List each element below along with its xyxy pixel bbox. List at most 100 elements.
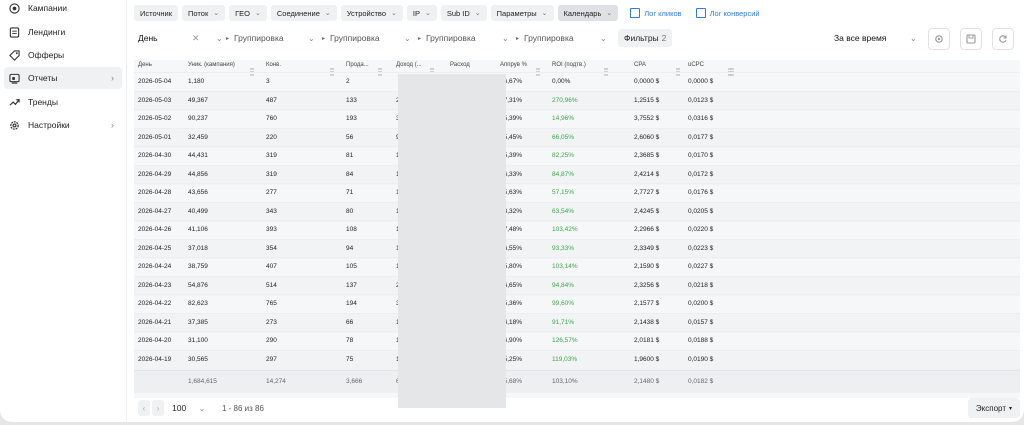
table-row[interactable]: 2026-05-0290,237760193325,39%14,96%3,755… <box>134 109 1020 129</box>
chevron-right-icon: › <box>111 120 114 130</box>
cell-roi: 0,00% <box>552 78 571 85</box>
column-resize-handle-icon[interactable] <box>330 63 334 76</box>
tab-grouping-0[interactable]: Источник <box>134 5 179 21</box>
group-select-4[interactable]: ▸ Группировка ⌄ <box>418 28 518 48</box>
clear-icon[interactable]: ✕ <box>192 33 200 44</box>
group-select-1[interactable]: День ✕ ⌄ <box>138 28 234 48</box>
cell-roi: 84,87% <box>552 170 575 178</box>
column-header[interactable]: ROI (подтв.) <box>552 62 586 68</box>
tab-grouping-8[interactable]: Календарь ⌄ <box>557 5 619 21</box>
column-header[interactable]: Доход (... <box>396 62 422 68</box>
column-header[interactable]: День <box>138 62 152 68</box>
period-select[interactable]: За все время ⌄ <box>834 28 917 48</box>
column-header[interactable]: Конв. <box>266 62 281 68</box>
tab-grouping-5[interactable]: IP ⌄ <box>406 5 437 21</box>
cell-conv: 343 <box>266 207 277 215</box>
cell-day: 2026-04-19 <box>138 355 172 363</box>
cell-sales: 75 <box>346 355 354 363</box>
filters-button[interactable]: Фильтры 2 <box>618 29 673 47</box>
column-resize-handle-icon[interactable] <box>250 63 254 76</box>
refresh-button[interactable] <box>992 28 1014 50</box>
conversions-log-link[interactable]: Лог конверсий <box>695 8 760 18</box>
cell-uniq: 49,367 <box>188 96 208 104</box>
column-header[interactable]: uCPC <box>688 62 704 68</box>
column-header[interactable]: Расход <box>450 62 470 68</box>
chevron-down-icon: ⌄ <box>910 33 917 43</box>
sidebar-item-4[interactable]: Тренды <box>4 91 122 113</box>
column-header[interactable]: Прода... <box>346 62 369 68</box>
next-page-button[interactable]: › <box>152 400 164 416</box>
cell-roi: 66,05% <box>552 133 575 141</box>
table-row[interactable]: 2026-04-2137,38527366124,18%91,71%2,1438… <box>134 312 1020 333</box>
table-row[interactable]: 2026-04-2537,01835494126,55%93,33%2,3349… <box>134 238 1020 259</box>
save-icon <box>966 34 976 44</box>
clicks-log-link[interactable]: Лог кликов <box>630 8 682 18</box>
export-button[interactable]: Экспорт ▾ <box>967 398 1020 418</box>
tab-grouping-4[interactable]: Устройство ⌄ <box>340 5 403 21</box>
arrow-right-icon: ▸ <box>226 35 230 42</box>
cell-roi: 103,42% <box>552 226 578 233</box>
cell-ucpc: 0,0123 $ <box>688 96 714 104</box>
cell-roi: 57,15% <box>552 189 575 196</box>
column-resize-handle-icon[interactable] <box>536 63 540 76</box>
chevron-down-icon: ⌄ <box>255 10 261 17</box>
tab-grouping-7[interactable]: Параметры ⌄ <box>490 5 554 21</box>
cell-cpa: 2,3349 $ <box>634 244 660 252</box>
chevron-right-icon: › <box>156 403 160 413</box>
tab-label: Календарь <box>563 8 602 18</box>
cell-cpa: 2,1577 $ <box>634 300 660 307</box>
save-button[interactable] <box>960 28 982 50</box>
sidebar-item-5[interactable]: Настройки › <box>4 114 122 136</box>
chevron-down-icon: ⌄ <box>198 404 206 413</box>
cell-uniq: 1,684,615 <box>188 378 217 385</box>
chevron-down-icon: ⌄ <box>424 10 431 17</box>
report-table: День Уник. (кампания) Конв. Прода... Доход (… <box>134 60 1020 398</box>
prev-page-button[interactable]: ‹ <box>138 400 150 416</box>
column-header[interactable]: Аппрув % <box>500 62 527 68</box>
table-row[interactable]: 2026-04-1930,56529775125,25%119,03%1,960… <box>134 349 1020 370</box>
table-row[interactable]: 2026-04-2944,85631984126,33%84,87%2,4214… <box>134 164 1020 185</box>
cell-ucpc: 0,0190 $ <box>688 355 714 363</box>
cell-sales: 105 <box>346 263 357 270</box>
tab-grouping-2[interactable]: ГЕО ⌄ <box>229 5 267 21</box>
tab-grouping-6[interactable]: Sub ID ⌄ <box>440 5 487 21</box>
group-select-3[interactable]: ▸ Группировка ⌄ <box>322 28 422 48</box>
table-row[interactable]: 2026-04-2354,876514137226,65%94,84%2,325… <box>134 275 1020 296</box>
column-header[interactable]: CPA <box>634 62 646 68</box>
column-header[interactable]: Уник. (кампания) <box>188 62 235 68</box>
sidebar-item-2[interactable]: Офферы <box>4 44 122 66</box>
cell-sales: 78 <box>346 337 354 344</box>
group-select-2[interactable]: ▸ Группировка ⌄ <box>226 28 326 48</box>
cell-conv: 273 <box>266 318 277 326</box>
tab-grouping-3[interactable]: Соединение ⌄ <box>270 5 337 21</box>
table-row[interactable]: 2026-04-2740,49934380123,32%63,54%2,4245… <box>134 201 1020 222</box>
sidebar-item-0[interactable]: Кампании <box>4 0 122 19</box>
sidebar-item-3[interactable]: Отчеты › <box>4 67 122 89</box>
chevron-down-icon: ⌄ <box>541 10 548 17</box>
cell-day: 2026-04-25 <box>138 244 172 252</box>
column-resize-handle-icon[interactable] <box>676 63 680 76</box>
table-row[interactable]: 2026-04-2282,623765194325,36%99,60%2,157… <box>134 294 1020 314</box>
column-resize-handle-icon[interactable] <box>430 63 434 76</box>
table-row[interactable]: 2026-05-0132,45922056925,45%66,05%2,6060… <box>134 127 1020 148</box>
table-row[interactable]: 2026-04-2031,10029078126,90%126,57%2,018… <box>134 331 1020 351</box>
tab-grouping-1[interactable]: Поток ⌄ <box>182 5 226 21</box>
cell-day: 2026-04-29 <box>138 170 172 178</box>
page-size-select[interactable]: 100 ⌄ <box>172 403 205 413</box>
column-resize-handle-icon[interactable] <box>604 63 608 76</box>
table-row[interactable]: 2026-05-04 1,180 3 2 66,67% 0,00% 0,0000 $0,00… <box>134 72 1020 92</box>
table-row[interactable]: 2026-05-0349,367487133227,31%270,96%1,25… <box>134 90 1020 111</box>
column-resize-handle-icon[interactable] <box>378 63 382 76</box>
table-row[interactable]: 2026-04-3044,43131981125,39%82,25%2,3685… <box>134 146 1020 166</box>
settings-button[interactable] <box>928 28 950 50</box>
group-select-5[interactable]: ▸ Группировка ⌄ <box>516 28 616 48</box>
table-row[interactable]: 2026-04-2843,65627771125,63%57,15%2,7727… <box>134 183 1020 203</box>
cell-cpa: 2,1438 $ <box>634 318 660 326</box>
table-row[interactable]: 2026-04-2438,759407105125,80%103,14%2,15… <box>134 257 1020 277</box>
main-area: Источник Поток ⌄ ГЕО ⌄ Соединение ⌄ Устройство ⌄… <box>130 0 1024 422</box>
external-link-icon <box>630 8 641 18</box>
column-resize-handle-icon[interactable] <box>730 63 734 76</box>
sidebar-item-1[interactable]: Лендинги <box>4 21 122 43</box>
table-row[interactable]: 2026-04-2641,106393108127,48%103,42%2,29… <box>134 220 1020 240</box>
cell-ucpc: 0,0223 $ <box>688 244 714 252</box>
